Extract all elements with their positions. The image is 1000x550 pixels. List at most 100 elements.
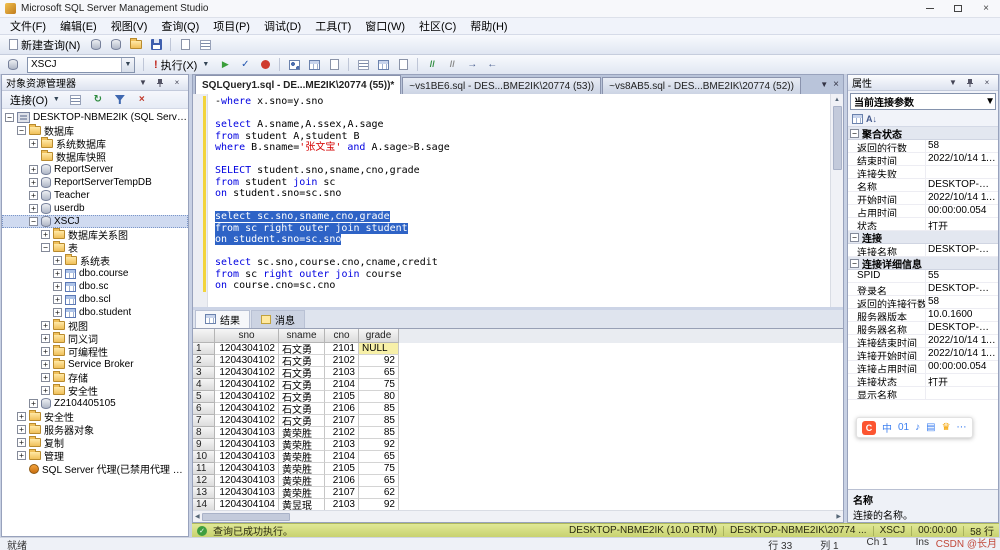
tree-item[interactable]: 数据库快照 (2, 150, 188, 163)
cell[interactable]: 1204304103 (215, 451, 279, 463)
cell[interactable]: 1204304102 (215, 355, 279, 367)
expand-icon[interactable]: + (17, 412, 26, 421)
menu-item-4[interactable]: 查询(Q) (154, 17, 206, 35)
cell[interactable]: 65 (359, 367, 399, 379)
expand-icon[interactable]: + (29, 139, 38, 148)
cell[interactable]: 2107 (325, 487, 359, 499)
code-line[interactable]: select sc.sno,sname,cno,grade (215, 211, 830, 223)
expand-icon[interactable]: + (17, 425, 26, 434)
scroll-left-icon[interactable]: ◀ (195, 513, 200, 520)
new-query-button[interactable]: 新建查询(N) (4, 35, 85, 55)
code-line[interactable]: from student join sc (215, 177, 830, 189)
scroll-right-icon[interactable]: ▶ (836, 513, 841, 520)
cell[interactable]: 65 (359, 451, 399, 463)
cell[interactable]: 石文勇 (279, 343, 325, 355)
collapse-icon[interactable]: − (850, 129, 859, 138)
analysis-services-query-icon[interactable] (111, 39, 121, 50)
editor-vertical-scrollbar[interactable]: ▲ (830, 94, 843, 307)
sql-editor[interactable]: -where x.sno=y.snoselect A.sname,A.ssex,… (193, 94, 843, 307)
print-icon[interactable] (181, 39, 190, 50)
code-line[interactable]: on course.cno=sc.cno (215, 280, 830, 292)
cell[interactable]: 2102 (325, 355, 359, 367)
expand-icon[interactable]: + (53, 269, 62, 278)
menu-item-8[interactable]: 窗口(W) (358, 17, 412, 35)
maximize-button[interactable] (944, 0, 972, 17)
menu-item-6[interactable]: 调试(D) (257, 17, 308, 35)
expand-icon[interactable]: + (41, 386, 50, 395)
cell[interactable]: 石文勇 (279, 415, 325, 427)
pinyin-icon[interactable]: 01 (898, 422, 909, 433)
row-number[interactable]: 1 (193, 343, 215, 355)
cell[interactable]: 2104 (325, 379, 359, 391)
property-row[interactable]: 连接占用时间00:00:00.054 (848, 361, 998, 374)
grid-corner[interactable] (193, 329, 215, 343)
row-number[interactable]: 8 (193, 427, 215, 439)
activity-monitor-icon[interactable] (200, 40, 211, 50)
database-engine-query-icon[interactable] (91, 39, 101, 50)
tree-item[interactable]: +数据库关系图 (2, 228, 188, 241)
row-number[interactable]: 3 (193, 367, 215, 379)
pin-icon[interactable] (153, 76, 167, 89)
cell[interactable]: 1204304103 (215, 475, 279, 487)
cell[interactable]: 1204304102 (215, 415, 279, 427)
code-line[interactable]: on student.sno=sc.sno (215, 188, 830, 200)
menu-item-10[interactable]: 帮助(H) (463, 17, 514, 35)
results-to-text-icon[interactable] (358, 60, 369, 70)
cell[interactable]: 黄荣胜 (279, 463, 325, 475)
cell[interactable]: 石文勇 (279, 391, 325, 403)
row-number[interactable]: 5 (193, 391, 215, 403)
tree-item[interactable]: +安全性 (2, 384, 188, 397)
cell[interactable]: 石文勇 (279, 367, 325, 379)
row-number[interactable]: 4 (193, 379, 215, 391)
tree-item[interactable]: +dbo.sc (2, 280, 188, 293)
row-number[interactable]: 2 (193, 355, 215, 367)
cell[interactable]: 85 (359, 427, 399, 439)
cell[interactable]: 2105 (325, 463, 359, 475)
cell[interactable]: 黄荣胜 (279, 487, 325, 499)
property-row[interactable]: 连接失败 (848, 166, 998, 179)
cell[interactable]: 62 (359, 487, 399, 499)
menu-item-3[interactable]: 视图(V) (104, 17, 155, 35)
cell[interactable]: 1204304102 (215, 343, 279, 355)
show-estimated-plan-icon[interactable] (289, 60, 300, 70)
property-row[interactable]: 返回的行数58 (848, 140, 998, 153)
code-line[interactable]: where B.sname='张文宝' and A.sage>B.sage (215, 142, 830, 154)
results-to-grid-icon[interactable] (378, 60, 389, 70)
cell[interactable]: 2104 (325, 451, 359, 463)
indent-icon[interactable]: → (467, 60, 477, 70)
property-row[interactable]: 返回的连接行数58 (848, 296, 998, 309)
row-number[interactable]: 12 (193, 475, 215, 487)
results-horizontal-scrollbar[interactable]: ◀ ▶ (193, 510, 843, 522)
close-icon[interactable]: × (170, 76, 184, 89)
cell[interactable]: 黄荣胜 (279, 427, 325, 439)
panel-menu-icon[interactable]: ▼ (136, 76, 150, 89)
connect-button[interactable]: 连接(O) ▼ (6, 91, 64, 109)
row-number[interactable]: 6 (193, 403, 215, 415)
tree-item[interactable]: +userdb (2, 202, 188, 215)
row-number[interactable]: 9 (193, 439, 215, 451)
tab-list-icon[interactable]: ▼ (820, 80, 828, 89)
close-document-icon[interactable]: × (833, 79, 839, 90)
tree-item[interactable]: +系统表 (2, 254, 188, 267)
code-line[interactable]: select sc.sno,course.cno,cname,credit (215, 257, 830, 269)
expand-icon[interactable]: + (29, 204, 38, 213)
expand-icon[interactable]: + (53, 256, 62, 265)
menu-item-2[interactable]: 编辑(E) (53, 17, 104, 35)
comment-icon[interactable]: // (430, 60, 435, 69)
scrollbar-thumb[interactable] (202, 513, 290, 521)
query-designer-icon[interactable] (309, 60, 320, 70)
cell[interactable]: 92 (359, 499, 399, 511)
tree-item[interactable]: +复制 (2, 436, 188, 449)
speak-icon[interactable]: ♪ (915, 422, 920, 433)
code-line[interactable]: from sc right outer join student (215, 223, 830, 235)
row-number[interactable]: 14 (193, 499, 215, 511)
column-header-grade[interactable]: grade (359, 329, 399, 343)
debug-icon[interactable]: ▶ (222, 60, 229, 69)
cell[interactable]: 75 (359, 463, 399, 475)
code-line[interactable]: SELECT student.sno,sname,cno,grade (215, 165, 830, 177)
cell[interactable]: 1204304103 (215, 463, 279, 475)
menu-item-1[interactable]: 文件(F) (3, 17, 53, 35)
cell[interactable]: 2102 (325, 427, 359, 439)
minimize-button[interactable] (916, 0, 944, 17)
cell[interactable]: 石文勇 (279, 355, 325, 367)
